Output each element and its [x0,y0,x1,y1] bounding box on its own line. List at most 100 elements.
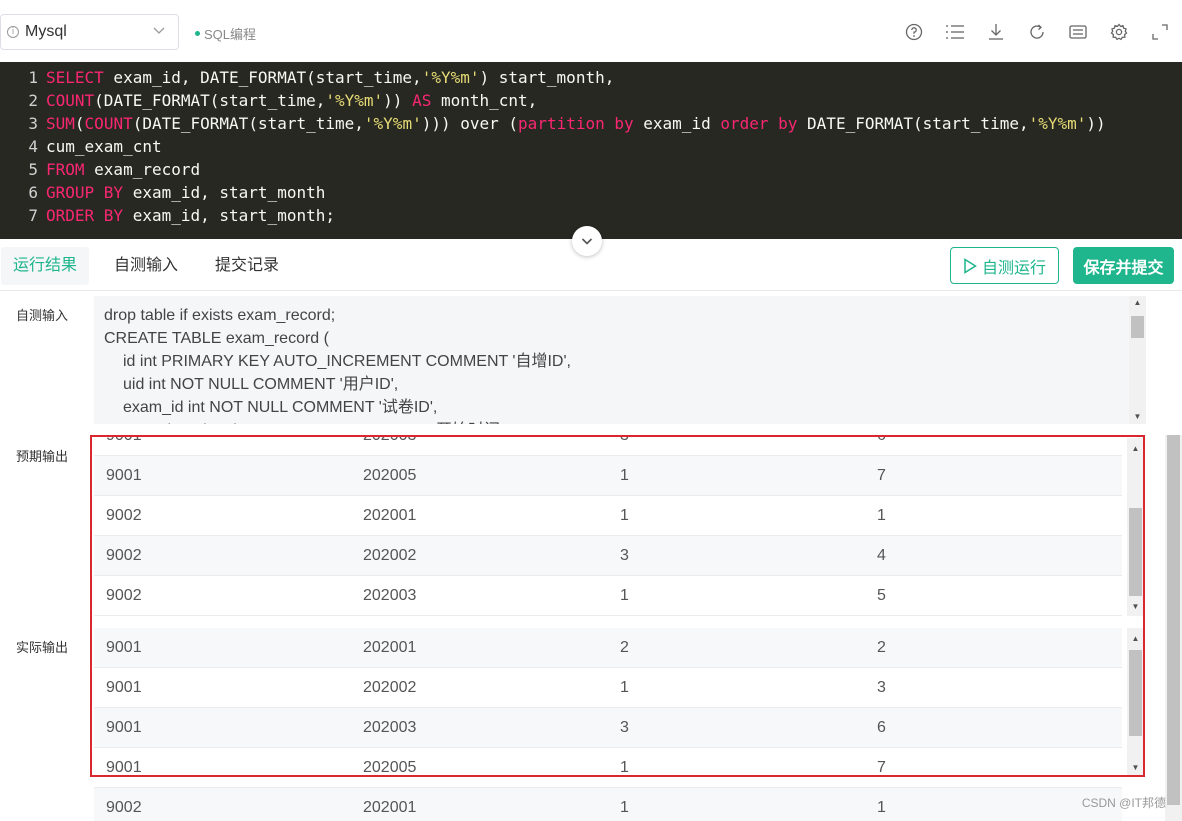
table-cell: 9001 [106,718,142,736]
scroll-thumb[interactable] [1129,650,1142,736]
help-icon[interactable] [902,20,926,44]
table-row: 9001 202005 1 7 [94,748,1122,777]
code-editor[interactable]: 1 SELECT exam_id, DATE_FORMAT(start_time,… [0,62,1182,239]
table-row: 9002 202001 1 1 [94,788,1122,821]
test-run-label: 自测运行 [981,259,1046,277]
scroll-down-icon[interactable]: ▼ [1127,600,1144,614]
fullscreen-icon[interactable] [1148,20,1172,44]
watermark: CSDN @IT邦德 [1081,796,1166,810]
mode-tag: SQL编程 [195,24,256,43]
table-cell: 3 [620,435,629,444]
table-cell: 9002 [106,506,142,524]
table-cell: 1 [620,798,629,816]
sql-keyword: partition by [518,114,634,133]
list-icon[interactable] [943,20,967,44]
scroll-down-icon[interactable]: ▼ [1127,761,1144,775]
sql-text: )) [383,91,413,110]
page-scrollbar[interactable] [1165,435,1182,821]
line-number: 1 [28,68,38,87]
language-select[interactable]: i Mysql [0,14,179,50]
sql-text: ) start_month, [479,68,615,87]
table-row: 9001 202002 1 3 [94,668,1122,708]
line-number: 7 [28,206,38,225]
table-cell: 6 [877,435,886,444]
sql-text: exam_id, start_month; [123,206,335,225]
test-input-textarea[interactable]: drop table if exists exam_record; CREATE … [94,296,1146,424]
refresh-icon[interactable] [1025,20,1049,44]
save-submit-button[interactable]: 保存并提交 [1073,247,1174,284]
table-cell: 202002 [363,678,417,696]
table-cell: 202001 [363,506,417,524]
download-icon[interactable] [984,20,1008,44]
actual-scrollbar[interactable]: ▲ ▼ [1127,628,1144,777]
test-input-label: 自测输入 [16,308,69,323]
table-cell: 202005 [363,466,417,484]
tab-history[interactable]: 提交记录 [203,247,291,285]
scroll-thumb[interactable] [1167,435,1180,805]
test-input-line: uid int NOT NULL COMMENT '用户ID', [123,376,399,393]
code-line[interactable]: 3 SUM(COUNT(DATE_FORMAT(start_time,'%Y%m'… [0,112,1182,135]
table-cell: 202001 [363,638,417,656]
tab-result[interactable]: 运行结果 [1,247,90,285]
code-line[interactable]: 2 COUNT(DATE_FORMAT(start_time,'%Y%m')) A… [0,89,1182,112]
chevron-down-icon [581,238,593,245]
sql-text: month_cnt, [431,91,538,110]
chevron-down-icon [152,23,166,40]
sql-keyword: ORDER BY [46,206,124,225]
code-line[interactable]: 1 SELECT exam_id, DATE_FORMAT(start_time,… [0,66,1182,89]
settings-icon[interactable] [1107,20,1131,44]
sql-text: exam_record [84,160,201,179]
code-text: GROUP BY exam_id, start_month [46,181,325,204]
sql-keyword: order by [720,114,798,133]
sql-text: exam_id, DATE_FORMAT(start_time, [103,68,422,87]
scroll-thumb[interactable] [1131,316,1144,338]
code-line[interactable]: 7 ORDER BY exam_id, start_month; [0,204,1182,227]
tab-custom-input[interactable]: 自测输入 [102,247,190,285]
test-input-line: drop table if exists exam_record; [104,307,336,324]
sql-string: '%Y%m' [325,91,384,110]
scroll-thumb[interactable] [1129,508,1142,596]
code-text: FROM exam_record [46,158,200,181]
expected-output-label: 预期输出 [16,449,69,464]
sql-text: exam_id, start_month [123,183,326,202]
table-cell: 202003 [363,435,417,444]
code-line[interactable]: 4 cum_exam_cnt [0,135,1182,158]
scroll-up-icon[interactable]: ▲ [1127,442,1144,456]
play-icon [964,257,977,274]
line-number: 4 [28,137,38,156]
code-text: ORDER BY exam_id, start_month; [46,204,335,227]
table-cell: 9001 [106,758,142,776]
table-row: 9001 202003 3 6 [94,435,1122,456]
test-input-scrollbar[interactable]: ▲ ▼ [1129,296,1146,424]
test-input-line: start_time datetime NOT NULL COMMENT '开始… [104,419,1136,424]
keyboard-icon[interactable] [1066,20,1090,44]
sql-text: exam_id [633,114,721,133]
collapse-editor-button[interactable] [572,226,602,256]
scroll-down-icon[interactable]: ▼ [1129,410,1146,424]
next-output-table: 9002 202001 1 1 [94,787,1122,821]
sql-text: DATE_FORMAT(start_time, [797,114,1029,133]
sql-text: (DATE_FORMAT(start_time, [94,91,326,110]
sql-string: '%Y%m' [1028,114,1087,133]
scroll-up-icon[interactable]: ▲ [1129,296,1146,310]
expected-scrollbar[interactable]: ▲ ▼ [1127,438,1144,616]
mode-label: SQL编程 [204,27,257,42]
code-line[interactable]: 6 GROUP BY exam_id, start_month [0,181,1182,204]
top-toolbar: i Mysql SQL编程 [0,0,1182,62]
table-cell: 202002 [363,546,417,564]
table-cell: 9001 [106,435,142,444]
table-cell: 1 [620,678,629,696]
sql-keyword: COUNT [46,91,95,110]
sql-text: )) [1086,114,1106,133]
sql-keyword: COUNT [84,114,133,133]
table-row: 9001 202005 1 7 [94,456,1122,496]
sql-string: '%Y%m' [421,68,480,87]
test-run-button[interactable]: 自测运行 [950,247,1059,284]
code-line[interactable]: 5 FROM exam_record [0,158,1182,181]
table-cell: 3 [620,718,629,736]
scroll-up-icon[interactable]: ▲ [1127,632,1144,646]
table-row: 9002 202003 1 5 [94,576,1122,616]
table-row: 9001 202001 2 2 [94,628,1122,668]
table-cell: 9001 [106,678,142,696]
actual-output-label: 实际输出 [16,640,69,655]
